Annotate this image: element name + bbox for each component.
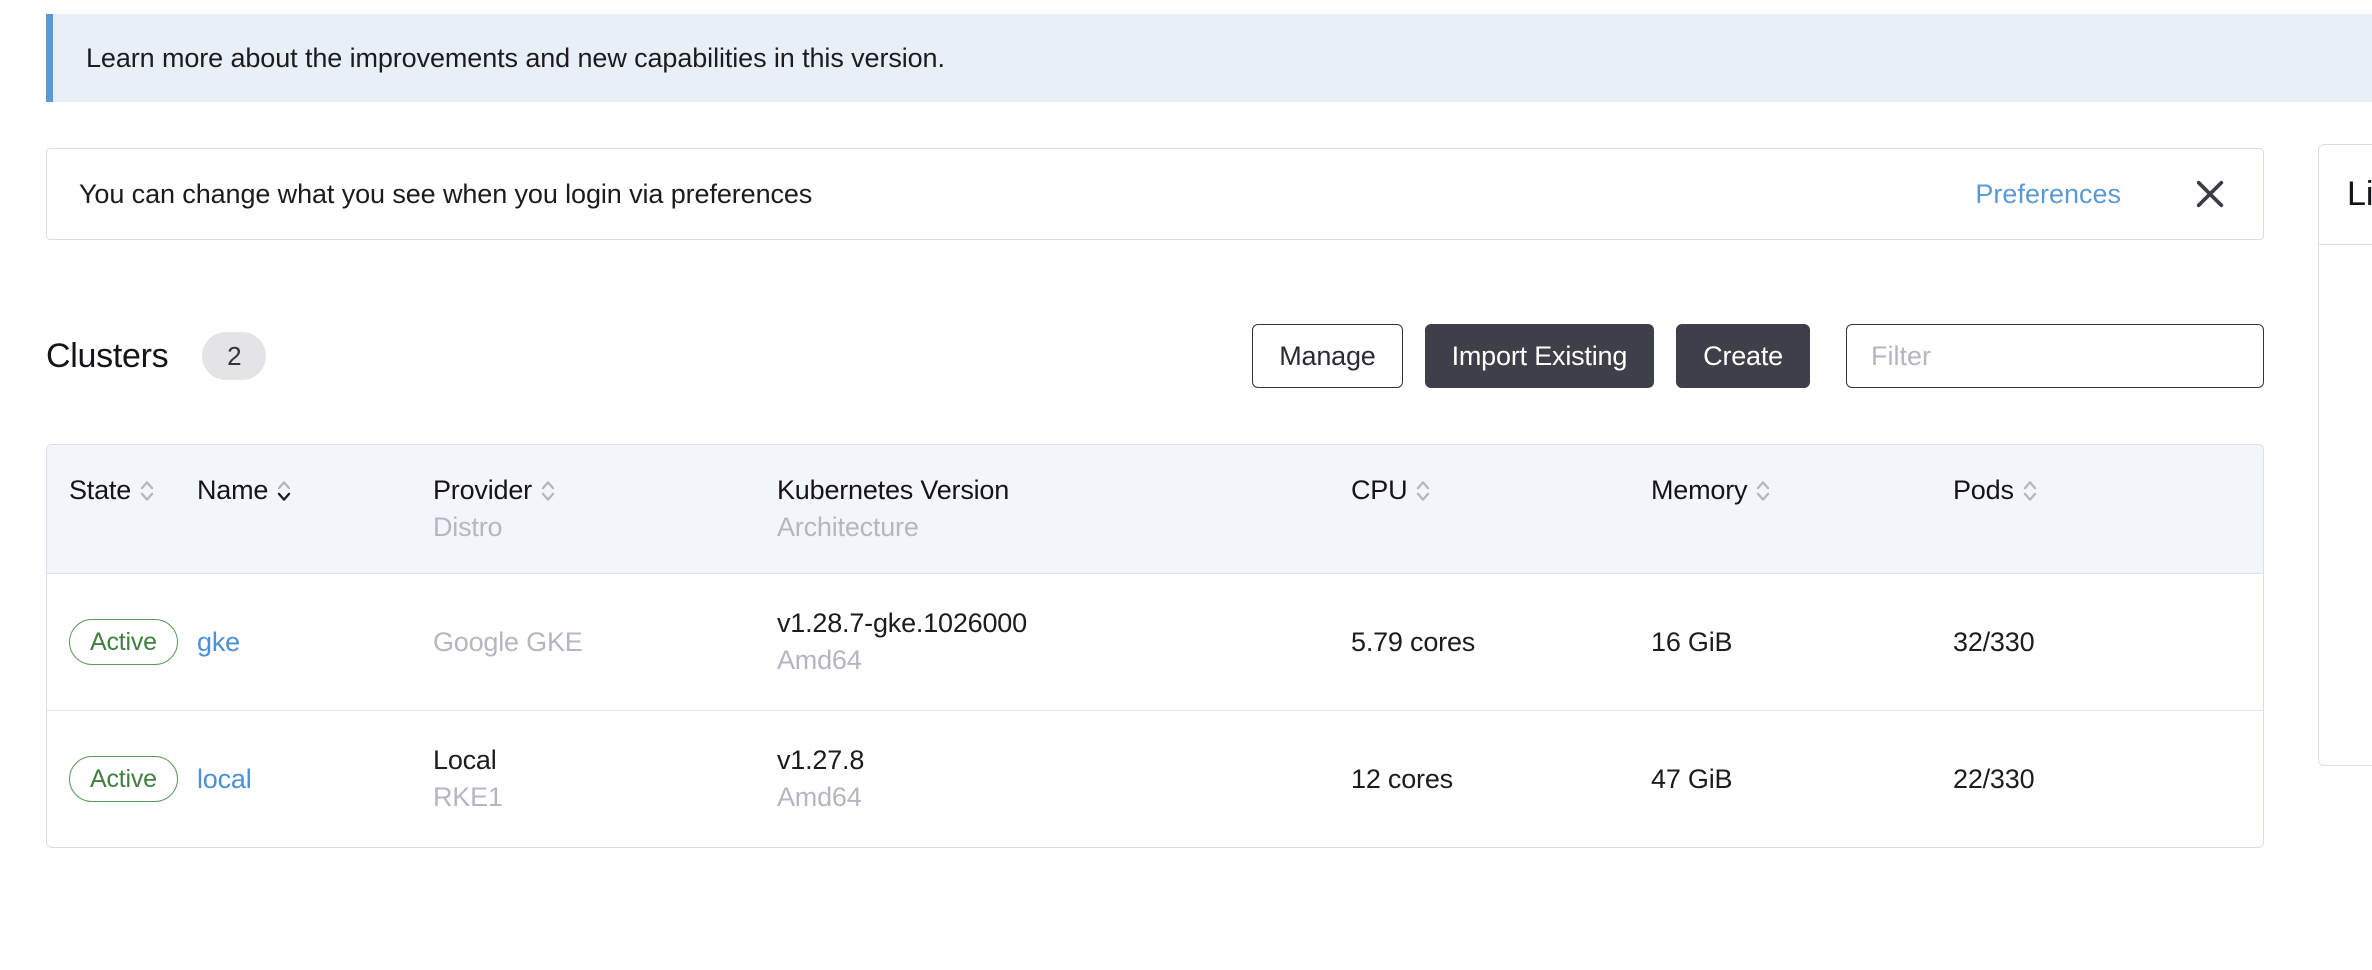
cell-provider: Google GKE	[433, 573, 777, 711]
cell-name: local	[197, 711, 433, 848]
cell-cpu: 12 cores	[1351, 763, 1453, 794]
table-row[interactable]: Active gke Google GKE v1.28.7-gke.102600…	[47, 573, 2263, 711]
cell-provider: Local RKE1	[433, 711, 777, 848]
page-root: Learn more about the improvements and ne…	[0, 0, 2372, 970]
cell-name: gke	[197, 573, 433, 711]
cluster-count-badge: 2	[202, 332, 267, 380]
table-head: State Name Provider Distro Kubernetes Ve…	[47, 445, 2263, 574]
import-existing-button[interactable]: Import Existing	[1424, 324, 1655, 388]
sort-icon-memory[interactable]	[1755, 478, 1773, 504]
preferences-link[interactable]: Preferences	[1975, 179, 2121, 210]
cell-memory: 47 GiB	[1651, 763, 1733, 794]
cell-state: Active	[47, 573, 197, 711]
clusters-header: Clusters 2 Manage Import Existing Create	[46, 318, 2264, 394]
version-banner: Learn more about the improvements and ne…	[46, 14, 2372, 102]
column-header-kubernetes-version[interactable]: Kubernetes Version Architecture	[777, 445, 1351, 574]
column-sublabel-distro: Distro	[433, 512, 503, 542]
column-header-state[interactable]: State	[47, 445, 197, 574]
column-label-provider: Provider	[433, 475, 532, 505]
column-header-memory[interactable]: Memory	[1651, 445, 1953, 574]
column-sublabel-architecture: Architecture	[777, 512, 919, 542]
column-label-memory: Memory	[1651, 475, 1748, 505]
side-card: Li	[2318, 144, 2372, 766]
preferences-notice: You can change what you see when you log…	[46, 148, 2264, 240]
column-label-state: State	[69, 475, 132, 505]
create-button[interactable]: Create	[1676, 324, 1810, 388]
side-card-title: Li	[2319, 145, 2372, 245]
cell-kubernetes-version: v1.27.8 Amd64	[777, 711, 1351, 848]
status-badge: Active	[69, 619, 178, 665]
sort-icon-name[interactable]	[276, 478, 294, 504]
column-label-name: Name	[197, 475, 269, 505]
status-badge: Active	[69, 756, 178, 802]
filter-input[interactable]	[1846, 324, 2264, 388]
sort-icon-provider[interactable]	[540, 478, 558, 504]
column-header-pods[interactable]: Pods	[1953, 445, 2263, 574]
cell-memory: 16 GiB	[1651, 573, 1953, 711]
column-label-kubernetes-version: Kubernetes Version	[777, 475, 1010, 505]
kubernetes-version-value: v1.28.7-gke.1026000	[777, 608, 1027, 638]
version-banner-text: Learn more about the improvements and ne…	[86, 42, 945, 73]
cell-pods: 22/330	[1953, 763, 2035, 794]
column-header-cpu[interactable]: CPU	[1351, 445, 1651, 574]
kubernetes-version-value: v1.27.8	[777, 745, 865, 775]
provider-value: Google GKE	[433, 626, 583, 657]
column-label-cpu: CPU	[1351, 475, 1408, 505]
page-title: Clusters	[46, 336, 169, 375]
table-row[interactable]: Active local Local RKE1 v1.27.8 Amd64 12…	[47, 711, 2263, 848]
side-card-body	[2319, 245, 2372, 765]
cluster-name-link[interactable]: gke	[197, 627, 240, 657]
column-header-name[interactable]: Name	[197, 445, 433, 574]
preferences-notice-text: You can change what you see when you log…	[79, 178, 813, 209]
sort-icon-state[interactable]	[139, 478, 157, 504]
cell-state: Active	[47, 711, 197, 848]
column-label-pods: Pods	[1953, 475, 2014, 505]
sort-icon-pods[interactable]	[2022, 478, 2040, 504]
cell-kubernetes-version: v1.28.7-gke.1026000 Amd64	[777, 573, 1351, 711]
distro-value: RKE1	[433, 782, 503, 812]
sort-icon-cpu[interactable]	[1415, 478, 1433, 504]
architecture-value: Amd64	[777, 645, 862, 675]
cell-cpu: 5.79 cores	[1351, 573, 1651, 711]
cluster-name-link[interactable]: local	[197, 764, 252, 794]
provider-value: Local	[433, 745, 497, 775]
table-header-row: State Name Provider Distro Kubernetes Ve…	[47, 445, 2263, 574]
manage-button[interactable]: Manage	[1252, 324, 1403, 388]
clusters-table-card: State Name Provider Distro Kubernetes Ve…	[46, 444, 2264, 848]
architecture-value: Amd64	[777, 782, 862, 812]
table-body: Active gke Google GKE v1.28.7-gke.102600…	[47, 573, 2263, 848]
cell-pods: 32/330	[1953, 573, 2263, 711]
column-header-provider[interactable]: Provider Distro	[433, 445, 777, 574]
clusters-table: State Name Provider Distro Kubernetes Ve…	[47, 445, 2263, 847]
close-icon[interactable]	[2187, 171, 2233, 217]
